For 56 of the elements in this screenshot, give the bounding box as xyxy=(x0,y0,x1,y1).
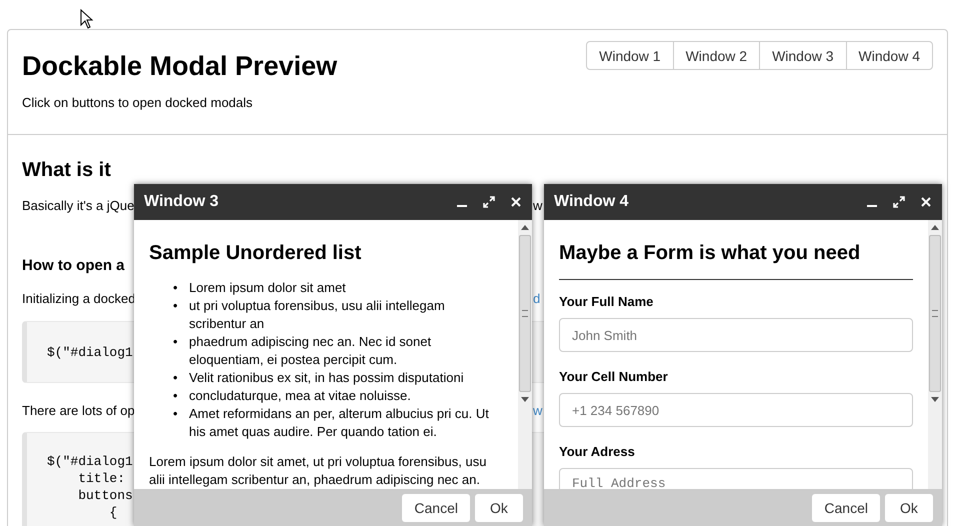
field-label: Your Adress xyxy=(559,444,636,459)
window-button[interactable]: Window 1 xyxy=(586,41,674,70)
expand-icon[interactable] xyxy=(893,196,905,208)
scroll-down-icon[interactable] xyxy=(521,397,529,402)
code-line: buttons xyxy=(77,487,133,504)
expand-icon[interactable] xyxy=(483,196,495,208)
scrollbar[interactable] xyxy=(928,220,942,489)
modal-title: Window 4 xyxy=(554,193,630,211)
list-item: concludaturque, mea at vitae noluisse. xyxy=(189,387,411,405)
scroll-up-icon[interactable] xyxy=(931,225,939,230)
link-fragment[interactable]: d xyxy=(533,291,540,306)
list-item: Amet reformidans an per, alterum albucius pri cu. Ut his amet quas audire. Per quando tation ei. xyxy=(189,405,490,441)
window-button[interactable]: Window 2 xyxy=(672,41,760,70)
close-icon[interactable] xyxy=(510,196,522,208)
code-line: title: xyxy=(77,470,126,487)
mouse-cursor-icon xyxy=(80,9,94,29)
dialog-button[interactable]: Cancel xyxy=(812,494,880,522)
dialog-button[interactable]: Ok xyxy=(885,494,933,522)
body-text: Initializing a docked xyxy=(22,291,134,306)
scrollbar[interactable] xyxy=(518,220,532,489)
intro-text-fragment: w xyxy=(533,198,542,213)
code-line: { xyxy=(108,504,118,521)
modal-heading: Sample Unordered list xyxy=(149,242,362,265)
window-button[interactable]: Window 4 xyxy=(846,41,933,70)
page-subtitle: Click on buttons to open docked modals xyxy=(22,95,254,110)
form-heading: Maybe a Form is what you need xyxy=(559,242,913,280)
list-item: phaedrum adipiscing nec an. Nec id sonet eloquentiam, ei postea percipit cum. xyxy=(189,333,432,369)
input-field[interactable]: John Smith xyxy=(559,318,913,352)
dialog-button[interactable]: Ok xyxy=(475,494,523,522)
text-area[interactable]: Full Address xyxy=(559,468,913,489)
section-heading: What is it xyxy=(22,159,112,182)
code-line: $("#dialog1 xyxy=(47,344,133,360)
bullet: • xyxy=(173,333,179,351)
scroll-down-icon[interactable] xyxy=(931,397,939,402)
link-fragment[interactable]: w xyxy=(533,403,542,418)
bullet: • xyxy=(173,405,179,423)
paragraph: Lorem ipsum dolor sit amet, ut pri voluptua forensibus, usu alii intellegam scribentur an, phaedrum adipiscing nec an. xyxy=(149,453,488,489)
subsection-heading: How to open a xyxy=(22,257,126,274)
field-label: Your Cell Number xyxy=(559,369,669,384)
page-title: Dockable Modal Preview xyxy=(22,51,338,82)
code-line: $("#dialog1 xyxy=(47,453,133,470)
scroll-up-icon[interactable] xyxy=(521,225,529,230)
list-item: Lorem ipsum dolor sit amet xyxy=(189,279,346,297)
body-text: There are lots of op xyxy=(22,403,134,418)
intro-text: Basically it's a jQue xyxy=(22,198,134,213)
bullet: • xyxy=(173,387,179,405)
field-label: Your Full Name xyxy=(559,294,654,309)
input-field[interactable]: +1 234 567890 xyxy=(559,393,913,427)
bullet: • xyxy=(173,369,179,387)
window-button[interactable]: Window 3 xyxy=(759,41,847,70)
dialog-button[interactable]: Cancel xyxy=(402,494,470,522)
modal-title: Window 3 xyxy=(144,193,220,211)
close-icon[interactable] xyxy=(920,196,932,208)
bullet: • xyxy=(173,279,179,297)
bullet: • xyxy=(173,297,179,315)
list-item: Velit rationibus ex sit, in has possim disputationi xyxy=(189,369,464,387)
